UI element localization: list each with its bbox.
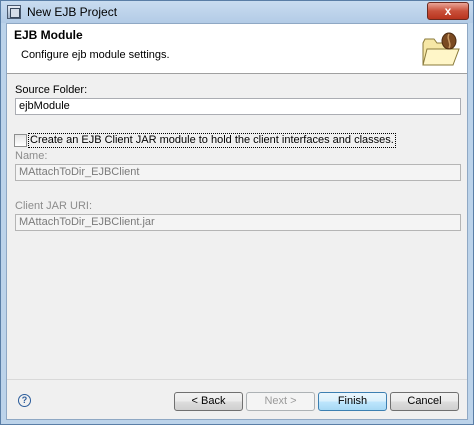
new-ejb-project-window: New EJB Project x EJB Module Configure e… <box>0 0 474 425</box>
cancel-button[interactable]: Cancel <box>390 392 459 411</box>
client-jar-checkbox[interactable] <box>14 134 27 147</box>
help-icon[interactable]: ? <box>18 394 31 407</box>
wizard-banner: EJB Module Configure ejb module settings… <box>7 24 467 74</box>
source-folder-field[interactable]: ejbModule <box>15 98 461 115</box>
title-bar[interactable]: New EJB Project x <box>1 1 473 23</box>
source-folder-label: Source Folder: <box>15 84 88 96</box>
client-jar-uri-field[interactable]: MAttachToDir_EJBClient.jar <box>15 214 461 231</box>
next-button[interactable]: Next > <box>246 392 315 411</box>
ejb-project-icon <box>7 5 21 19</box>
wizard-client-area: EJB Module Configure ejb module settings… <box>6 23 468 420</box>
close-button[interactable]: x <box>427 2 469 20</box>
folder-bean-icon <box>422 32 460 66</box>
name-label: Name: <box>15 150 48 162</box>
client-jar-uri-label: Client JAR URI: <box>15 200 93 212</box>
page-title: EJB Module <box>14 28 83 42</box>
finish-button[interactable]: Finish <box>318 392 387 411</box>
back-button[interactable]: < Back <box>174 392 243 411</box>
page-description: Configure ejb module settings. <box>21 49 170 61</box>
window-title: New EJB Project <box>27 5 118 19</box>
name-field[interactable]: MAttachToDir_EJBClient <box>15 164 461 181</box>
client-jar-checkbox-label[interactable]: Create an EJB Client JAR module to hold … <box>28 133 396 148</box>
footer-separator <box>7 379 467 380</box>
